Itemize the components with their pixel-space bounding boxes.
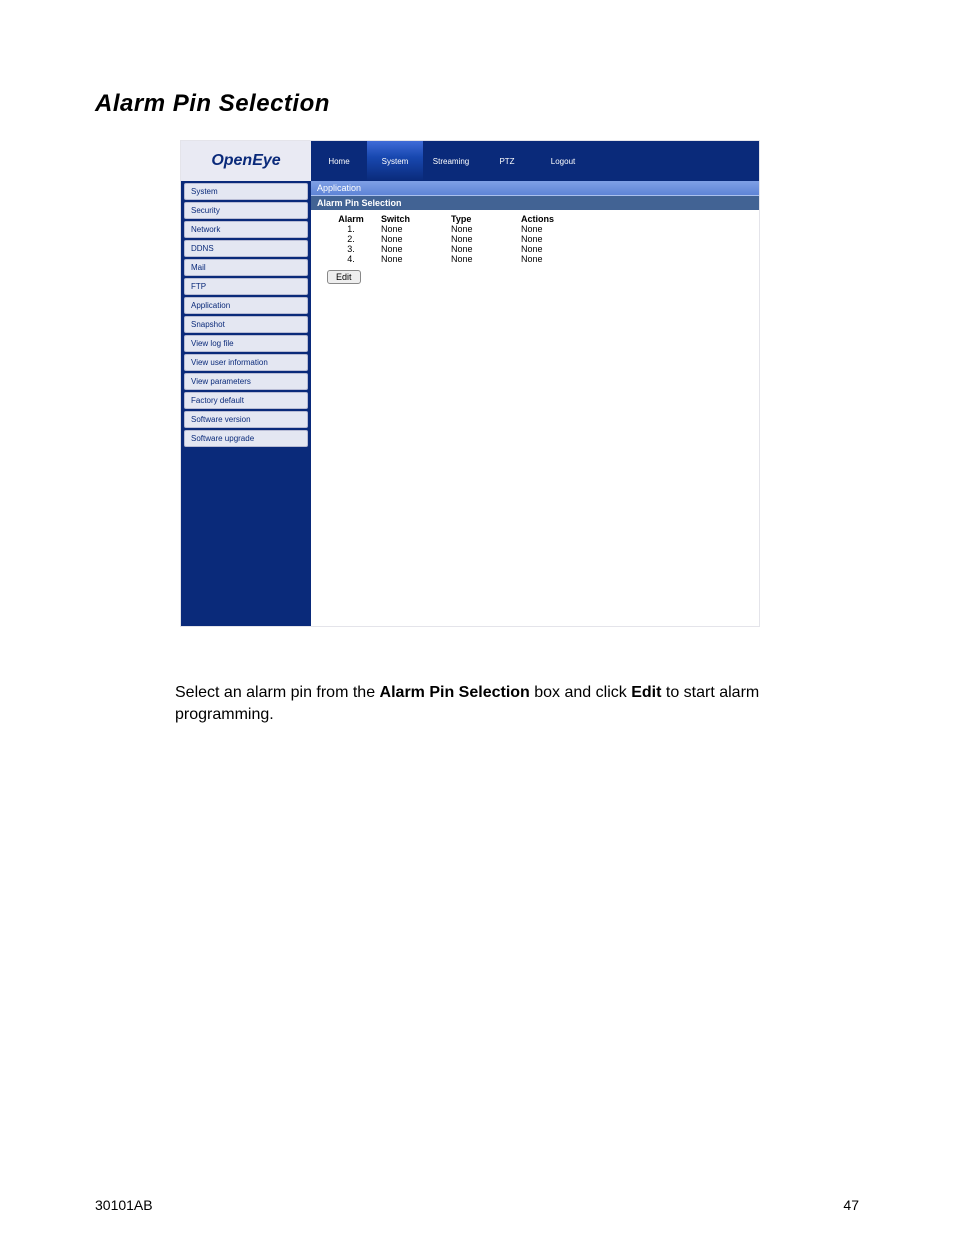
sidebar-item-mail[interactable]: Mail [184, 259, 308, 276]
sidebar-item-software-version[interactable]: Software version [184, 411, 308, 428]
cell-switch: None [381, 244, 451, 254]
nav-system[interactable]: System [367, 141, 423, 181]
nav-logout[interactable]: Logout [535, 141, 591, 181]
table-row[interactable]: 2. None None None [321, 234, 749, 244]
col-type: Type [451, 214, 521, 224]
doc-id: 30101AB [95, 1197, 153, 1213]
cell-actions: None [521, 234, 581, 244]
cell-alarm: 3. [321, 244, 381, 254]
cell-actions: None [521, 224, 581, 234]
cell-type: None [451, 244, 521, 254]
sidebar-item-ddns[interactable]: DDNS [184, 240, 308, 257]
cell-switch: None [381, 254, 451, 264]
page-title: Alarm Pin Selection [95, 90, 859, 118]
page-number: 47 [843, 1197, 859, 1213]
app-header: OpenEye Home System Streaming PTZ Logout [181, 141, 759, 181]
sidebar-item-snapshot[interactable]: Snapshot [184, 316, 308, 333]
instruction-text: Select an alarm pin from the Alarm Pin S… [175, 682, 859, 725]
sidebar-item-security[interactable]: Security [184, 202, 308, 219]
col-actions: Actions [521, 214, 581, 224]
sidebar-item-view-log-file[interactable]: View log file [184, 335, 308, 352]
app-screenshot: OpenEye Home System Streaming PTZ Logout… [180, 140, 760, 627]
nav-home[interactable]: Home [311, 141, 367, 181]
nav-ptz[interactable]: PTZ [479, 141, 535, 181]
cell-switch: None [381, 224, 451, 234]
cell-actions: None [521, 254, 581, 264]
sidebar-item-ftp[interactable]: FTP [184, 278, 308, 295]
table-row[interactable]: 1. None None None [321, 224, 749, 234]
sidebar-item-system[interactable]: System [184, 183, 308, 200]
sidebar-item-network[interactable]: Network [184, 221, 308, 238]
cell-alarm: 2. [321, 234, 381, 244]
instr-seg: Select an alarm pin from the [175, 684, 380, 701]
sidebar-item-view-parameters[interactable]: View parameters [184, 373, 308, 390]
sidebar-item-factory-default[interactable]: Factory default [184, 392, 308, 409]
top-nav: Home System Streaming PTZ Logout [311, 141, 759, 181]
nav-streaming[interactable]: Streaming [423, 141, 479, 181]
cell-type: None [451, 234, 521, 244]
content-area: Application Alarm Pin Selection Alarm Sw… [311, 181, 759, 626]
sidebar-item-software-upgrade[interactable]: Software upgrade [184, 430, 308, 447]
brand-logo: OpenEye [211, 152, 280, 170]
instr-bold: Alarm Pin Selection [380, 684, 530, 701]
sidebar: System Security Network DDNS Mail FTP Ap… [181, 181, 311, 626]
sidebar-item-application[interactable]: Application [184, 297, 308, 314]
col-switch: Switch [381, 214, 451, 224]
section-title: Alarm Pin Selection [311, 196, 759, 210]
alarm-pin-table: Alarm Switch Type Actions 1. None None N… [311, 210, 759, 288]
col-alarm: Alarm [321, 214, 381, 224]
cell-switch: None [381, 234, 451, 244]
cell-actions: None [521, 244, 581, 254]
instr-seg: box and click [530, 684, 631, 701]
cell-alarm: 4. [321, 254, 381, 264]
app-body: System Security Network DDNS Mail FTP Ap… [181, 181, 759, 626]
logo-cell: OpenEye [181, 141, 311, 181]
cell-type: None [451, 224, 521, 234]
sidebar-item-view-user-information[interactable]: View user information [184, 354, 308, 371]
table-row[interactable]: 3. None None None [321, 244, 749, 254]
edit-button[interactable]: Edit [327, 270, 361, 284]
breadcrumb: Application [311, 181, 759, 196]
instr-bold: Edit [631, 684, 661, 701]
table-row[interactable]: 4. None None None [321, 254, 749, 264]
cell-alarm: 1. [321, 224, 381, 234]
page-footer: 30101AB 47 [95, 1197, 859, 1213]
table-header-row: Alarm Switch Type Actions [321, 214, 749, 224]
cell-type: None [451, 254, 521, 264]
